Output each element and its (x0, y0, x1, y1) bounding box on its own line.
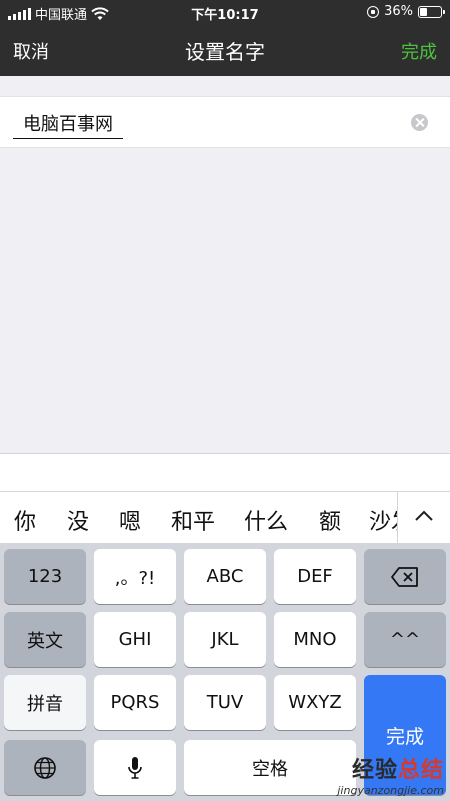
battery-percent: 36% (384, 4, 413, 19)
backspace-icon (391, 566, 418, 587)
status-bar: 中国联通 下午10:17 36% (0, 0, 450, 24)
orientation-lock-icon (367, 5, 380, 18)
candidate-bar: 你 没 嗯 和平 什么 额 沙发 (0, 491, 450, 544)
space-key[interactable]: 空格 (184, 740, 356, 795)
done-button[interactable]: 完成 (401, 38, 437, 64)
key-123[interactable]: 123 (4, 549, 86, 604)
watermark: 经验总结 jingyanzongjie.com (337, 752, 444, 797)
battery-icon (418, 5, 445, 18)
globe-icon (34, 756, 56, 779)
page-title: 设置名字 (185, 40, 265, 64)
key-wxyz[interactable]: WXYZ (274, 675, 356, 730)
key-jkl[interactable]: JKL (184, 612, 266, 667)
name-input-row[interactable]: 电脑百事网 (0, 96, 450, 148)
key-emoticon[interactable]: ^^ (364, 612, 446, 667)
candidate-list: 你 没 嗯 和平 什么 额 沙发 (0, 492, 397, 544)
key-def[interactable]: DEF (274, 549, 356, 604)
watermark-text: 经验总结 (337, 752, 444, 784)
key-pinyin[interactable]: 拼音 (4, 675, 86, 730)
key-english[interactable]: 英文 (4, 612, 86, 667)
candidate-item[interactable]: 和平 (171, 504, 215, 536)
candidate-item[interactable]: 什么 (244, 504, 288, 536)
microphone-icon (128, 756, 142, 779)
key-pqrs[interactable]: PQRS (94, 675, 176, 730)
candidate-item[interactable]: 没 (67, 504, 89, 536)
key-abc[interactable]: ABC (184, 549, 266, 604)
keyboard-accessory-bar (0, 453, 450, 491)
expand-candidates-button[interactable] (397, 492, 450, 544)
name-input[interactable]: 电脑百事网 (13, 110, 123, 139)
globe-key[interactable] (4, 740, 86, 795)
key-ghi[interactable]: GHI (94, 612, 176, 667)
clear-circle-icon[interactable] (411, 114, 428, 131)
watermark-part2: 总结 (397, 758, 444, 783)
candidate-item[interactable]: 沙发 (369, 504, 397, 536)
watermark-part1: 经验 (351, 758, 398, 783)
backspace-key[interactable] (364, 549, 446, 604)
chevron-up-icon (415, 510, 433, 521)
nav-bar: 取消 设置名字 完成 (0, 24, 450, 76)
key-punctuation[interactable]: ,。?! (94, 549, 176, 604)
candidate-item[interactable]: 你 (14, 504, 36, 536)
watermark-url: jingyanzongjie.com (337, 784, 444, 797)
microphone-key[interactable] (94, 740, 176, 795)
key-mno[interactable]: MNO (274, 612, 356, 667)
candidate-item[interactable]: 嗯 (119, 504, 141, 536)
candidate-item[interactable]: 额 (319, 504, 341, 536)
key-tuv[interactable]: TUV (184, 675, 266, 730)
status-right: 36% (367, 4, 445, 19)
